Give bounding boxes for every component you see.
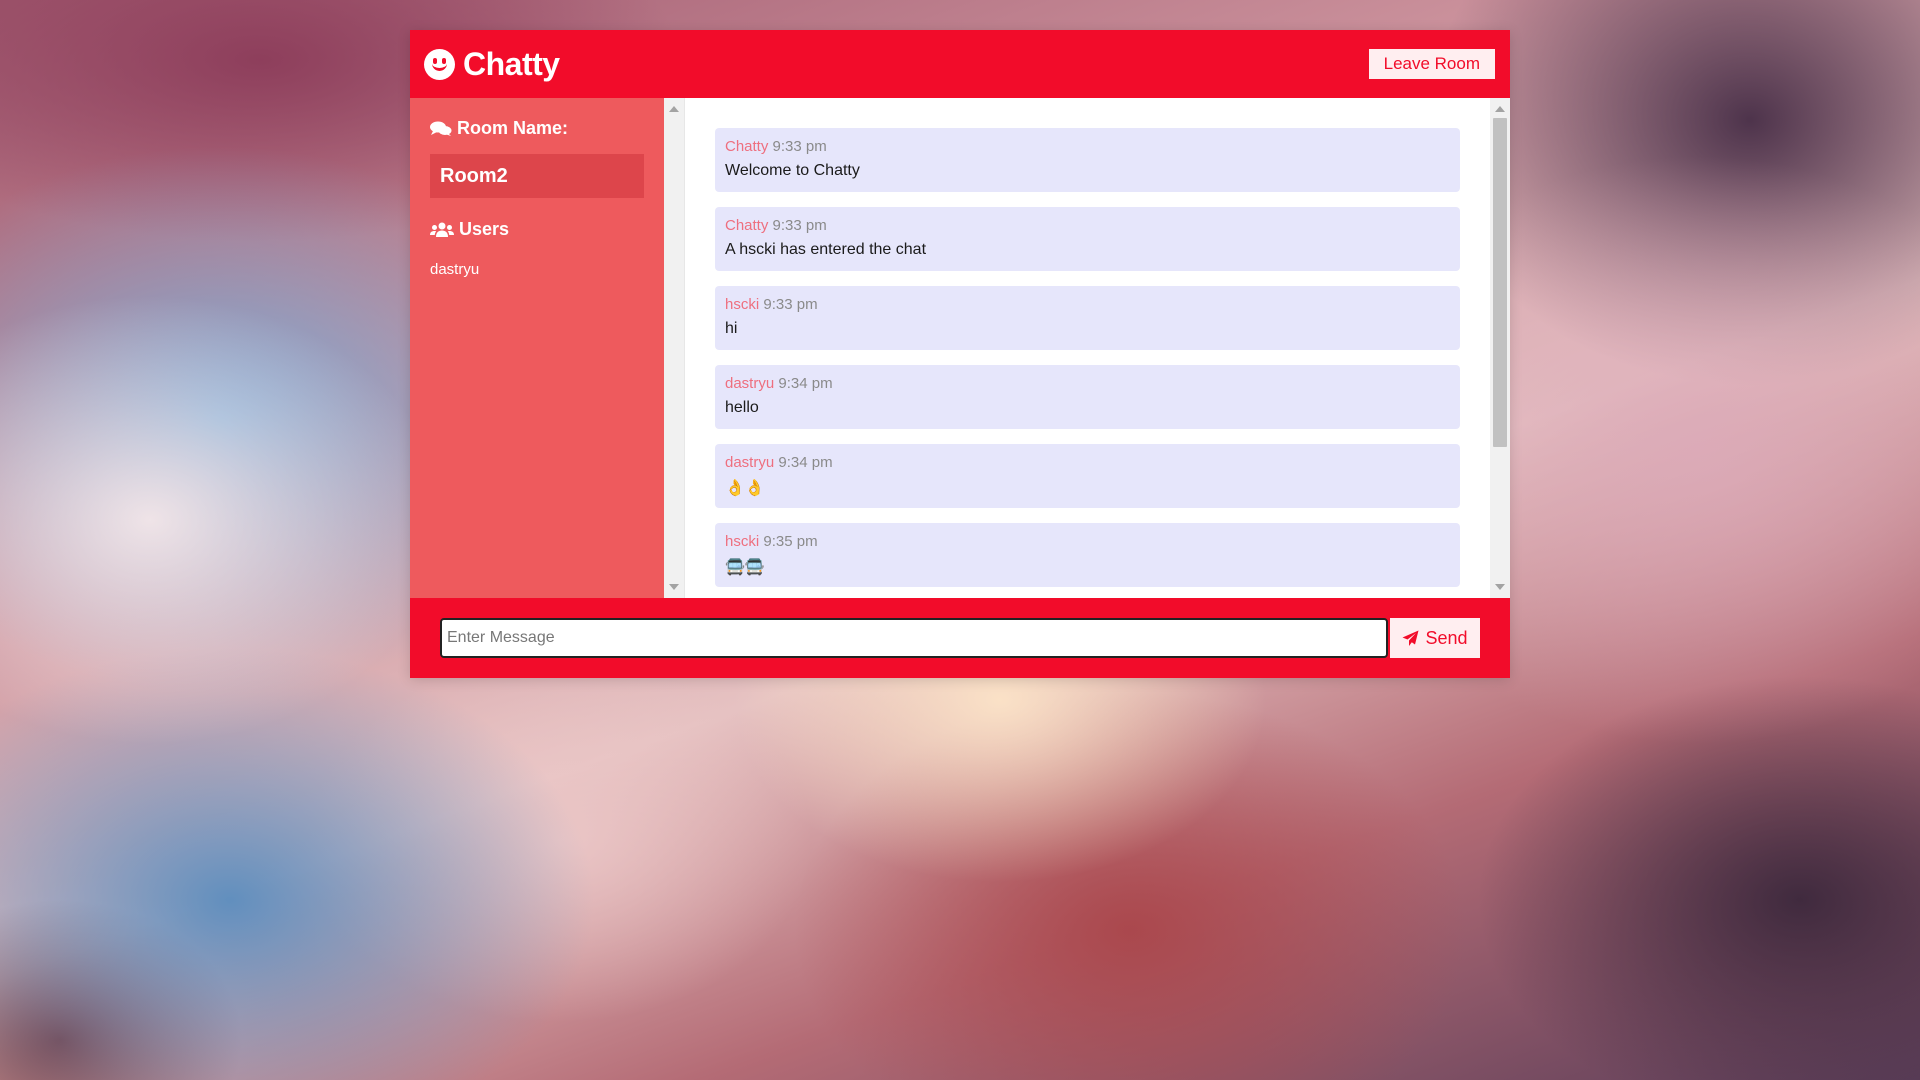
- send-label: Send: [1425, 627, 1468, 648]
- message-scrollbar[interactable]: [1490, 98, 1510, 598]
- message-author: Chatty: [725, 138, 769, 155]
- messages-panel: Chatty 9:33 pm Welcome to Chatty Chatty …: [664, 98, 1510, 598]
- main-area: Room Name: Room2 Users dastryu Chatty 9:…: [410, 98, 1510, 598]
- app-title: Chatty: [463, 45, 560, 82]
- room-name-heading: Room Name:: [430, 118, 644, 139]
- scroll-up-arrow-icon[interactable]: [1495, 106, 1505, 112]
- users-icon: [430, 222, 454, 237]
- message-author: Chatty: [725, 217, 769, 234]
- message-text: hello: [725, 399, 759, 416]
- message-time: 9:33 pm: [772, 217, 827, 234]
- message-meta: dastryu 9:34 pm: [725, 454, 1450, 471]
- scroll-down-arrow-icon[interactable]: [669, 584, 679, 590]
- composer: Send: [410, 598, 1510, 678]
- message-text: 🚍🚍: [725, 559, 765, 576]
- app-header: Chatty Leave Room: [410, 30, 1510, 98]
- message-item: Chatty 9:33 pm Welcome to Chatty: [715, 128, 1460, 192]
- message-time: 9:33 pm: [772, 138, 827, 155]
- message-author: hscki: [725, 533, 760, 550]
- smile-icon: [424, 48, 455, 80]
- message-time: 9:34 pm: [778, 454, 833, 471]
- message-item: dastryu 9:34 pm 👌👌: [715, 444, 1460, 508]
- left-scrollbar[interactable]: [664, 98, 685, 598]
- message-meta: dastryu 9:34 pm: [725, 375, 1450, 392]
- room-name-label: Room Name:: [457, 118, 569, 138]
- users-label: Users: [459, 219, 510, 239]
- chat-app: Chatty Leave Room Room Name: Room2 Users…: [410, 30, 1510, 678]
- message-author: hscki: [725, 296, 760, 313]
- scroll-down-arrow-icon[interactable]: [1495, 584, 1505, 590]
- send-button[interactable]: Send: [1390, 618, 1480, 658]
- leave-room-button[interactable]: Leave Room: [1368, 49, 1495, 79]
- sidebar: Room Name: Room2 Users dastryu: [410, 98, 664, 598]
- message-item: hscki 9:33 pm hi: [715, 286, 1460, 350]
- message-meta: Chatty 9:33 pm: [725, 138, 1450, 155]
- message-author: dastryu: [725, 375, 775, 392]
- users-heading: Users: [430, 219, 644, 240]
- message-item: Chatty 9:33 pm A hscki has entered the c…: [715, 207, 1460, 271]
- room-name-value: Room2: [430, 154, 644, 198]
- scrollbar-thumb[interactable]: [1493, 118, 1507, 447]
- message-time: 9:33 pm: [763, 296, 818, 313]
- message-meta: Chatty 9:33 pm: [725, 217, 1450, 234]
- message-item: hscki 9:35 pm 🚍🚍: [715, 523, 1460, 587]
- message-time: 9:34 pm: [778, 375, 833, 392]
- message-text: 👌👌: [725, 480, 765, 497]
- message-meta: hscki 9:35 pm: [725, 533, 1450, 550]
- message-time: 9:35 pm: [763, 533, 818, 550]
- message-text: hi: [725, 320, 738, 337]
- message-text: Welcome to Chatty: [725, 162, 860, 179]
- scroll-up-arrow-icon[interactable]: [669, 106, 679, 112]
- brand: Chatty: [424, 46, 560, 83]
- comments-icon: [430, 121, 452, 136]
- message-item: dastryu 9:34 pm hello: [715, 365, 1460, 429]
- paper-plane-icon: [1402, 630, 1419, 646]
- message-text: A hscki has entered the chat: [725, 241, 927, 258]
- message-list: Chatty 9:33 pm Welcome to Chatty Chatty …: [685, 98, 1490, 598]
- message-input[interactable]: [440, 618, 1388, 658]
- message-author: dastryu: [725, 454, 775, 471]
- user-list-item: dastryu: [430, 261, 480, 278]
- message-meta: hscki 9:33 pm: [725, 296, 1450, 313]
